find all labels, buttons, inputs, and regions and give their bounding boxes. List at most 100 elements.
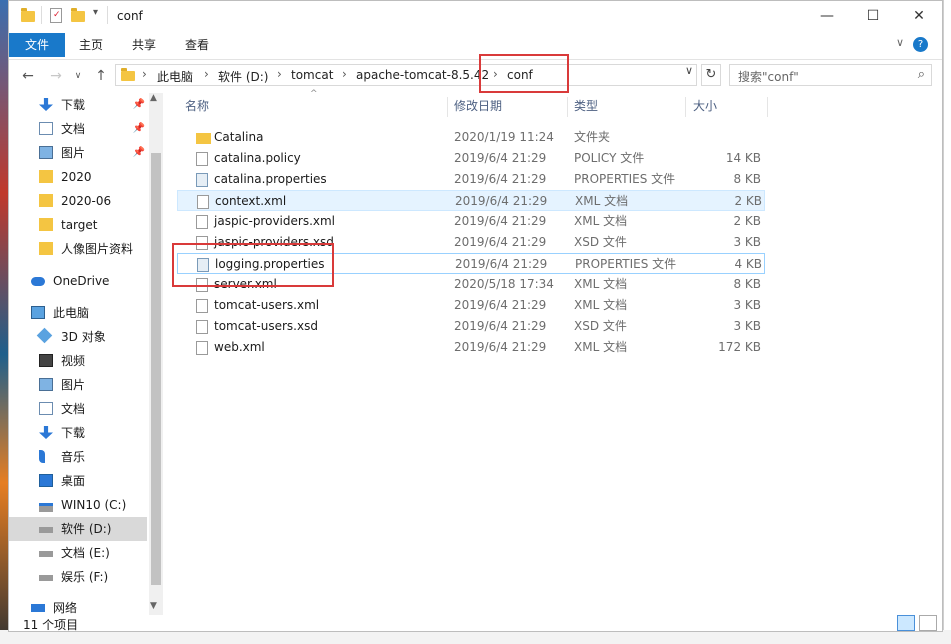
address-history-chevron-down-icon[interactable]: ∨ [685, 64, 693, 77]
forward-button[interactable]: → [47, 67, 65, 85]
pin-icon: 📌 [132, 123, 145, 134]
sidebar-item[interactable]: WIN10 (C:) [9, 493, 147, 517]
column-divider[interactable] [685, 97, 686, 117]
file-type: XML 文档 [574, 298, 628, 312]
file-row[interactable]: web.xml 2019/6/4 21:29 XML 文档 172 KB [177, 337, 765, 358]
breadcrumb-apache-tomcat[interactable]: apache-tomcat-8.5.42 [356, 68, 489, 82]
divider [41, 6, 42, 24]
column-header-date[interactable]: 修改日期 [454, 95, 502, 117]
file-row[interactable]: Catalina 2020/1/19 11:24 文件夹 [177, 127, 765, 148]
sidebar-item-label: 2020-06 [61, 194, 112, 208]
chevron-right-icon[interactable]: › [277, 67, 282, 81]
large-icons-view-icon[interactable] [919, 615, 937, 631]
file-name: Catalina [214, 130, 264, 144]
file-row[interactable]: context.xml 2019/6/4 21:29 XML 文档 2 KB [177, 190, 765, 211]
file-date: 2020/1/19 11:24 [454, 130, 554, 144]
customize-quick-access-icon[interactable]: ▾ [93, 7, 98, 18]
file-name: tomcat-users.xml [214, 298, 320, 312]
file-type: PROPERTIES 文件 [574, 172, 676, 186]
details-view-icon[interactable] [897, 615, 915, 631]
tab-view[interactable]: 查看 [185, 33, 209, 57]
computer-icon [31, 306, 45, 319]
new-folder-icon[interactable] [71, 8, 85, 22]
chevron-right-icon[interactable]: › [142, 67, 147, 81]
up-button[interactable]: ↑ [92, 67, 110, 85]
sidebar-item[interactable]: 下载 📌 [9, 93, 147, 117]
breadcrumb-tomcat[interactable]: tomcat [291, 68, 333, 82]
help-icon[interactable]: ? [913, 37, 928, 52]
column-header-type[interactable]: 类型 [574, 95, 598, 117]
address-bar[interactable]: › 此电脑 › 软件 (D:) › tomcat › apache-tomcat… [115, 64, 697, 86]
file-row[interactable]: tomcat-users.xml 2019/6/4 21:29 XML 文档 3 KB [177, 295, 765, 316]
sidebar-item[interactable]: 下载 [9, 421, 147, 445]
tab-share[interactable]: 共享 [132, 33, 156, 57]
search-input[interactable]: 搜索"conf" ⌕ [729, 64, 932, 86]
properties-icon[interactable]: ✓ [50, 8, 62, 23]
refresh-button[interactable]: ↻ [701, 64, 721, 86]
sidebar-item[interactable]: 2020 [9, 165, 147, 189]
file-name: tomcat-users.xsd [214, 319, 318, 333]
expand-ribbon-icon[interactable]: ∨ [896, 36, 904, 49]
sidebar-item-label: 此电脑 [53, 306, 90, 320]
file-row[interactable]: catalina.properties 2019/6/4 21:29 PROPERT… [177, 169, 765, 190]
file-icon [196, 152, 208, 166]
breadcrumb-this-pc[interactable]: 此电脑 [157, 68, 193, 85]
scroll-up-icon[interactable]: ▲ [150, 93, 157, 103]
sidebar-item-label: 文档 [61, 122, 86, 136]
sidebar-item[interactable]: 娱乐 (F:) [9, 565, 147, 589]
file-date: 2019/6/4 21:29 [454, 298, 547, 312]
file-type: PROPERTIES 文件 [575, 257, 677, 271]
system-drive-icon [39, 503, 53, 512]
chevron-right-icon[interactable]: › [342, 67, 347, 81]
sidebar-item[interactable]: 图片 [9, 373, 147, 397]
sidebar-item[interactable]: 文档 [9, 397, 147, 421]
recent-locations-icon[interactable]: ∨ [69, 67, 87, 85]
file-row[interactable]: tomcat-users.xsd 2019/6/4 21:29 XSD 文件 3 KB [177, 316, 765, 337]
sidebar-item[interactable]: 3D 对象 [9, 325, 147, 349]
explorer-window: ✓ ▾ conf — ☐ ✕ 文件 主页 共享 查看 ∨ ? ← → ∨ ↑ ›… [8, 0, 943, 632]
column-header-name[interactable]: 名称 [185, 95, 209, 117]
chevron-right-icon[interactable]: › [204, 67, 209, 81]
sidebar-item[interactable]: 桌面 [9, 469, 147, 493]
picture-icon [39, 146, 53, 159]
maximize-button[interactable]: ☐ [850, 1, 896, 31]
pin-icon: 📌 [132, 99, 145, 110]
sidebar-item[interactable]: 此电脑 [9, 301, 147, 325]
sidebar-item[interactable]: 2020-06 [9, 189, 147, 213]
file-icon [196, 173, 208, 187]
sidebar-item[interactable]: target [9, 213, 147, 237]
sidebar-item[interactable]: 音乐 [9, 445, 147, 469]
file-row[interactable]: catalina.policy 2019/6/4 21:29 POLICY 文件 14… [177, 148, 765, 169]
sidebar-item[interactable]: 图片 📌 [9, 141, 147, 165]
column-divider[interactable] [447, 97, 448, 117]
close-button[interactable]: ✕ [896, 1, 942, 31]
column-header-size[interactable]: 大小 [693, 95, 717, 117]
file-type: XML 文档 [574, 340, 628, 354]
sidebar-item-label: 下载 [61, 98, 86, 112]
tab-home[interactable]: 主页 [79, 33, 103, 57]
sidebar-item[interactable]: 人像图片资料 [9, 237, 147, 261]
sidebar-item[interactable]: OneDrive [9, 269, 147, 293]
scrollbar-thumb[interactable] [151, 153, 161, 585]
ribbon-tabs: 文件 主页 共享 查看 ∨ ? [9, 33, 942, 60]
sort-ascending-icon: ^ [310, 89, 318, 99]
column-divider[interactable] [767, 97, 768, 117]
search-icon[interactable]: ⌕ [918, 67, 925, 82]
column-divider[interactable] [567, 97, 568, 117]
file-row[interactable]: jaspic-providers.xml 2019/6/4 21:29 XML 文档… [177, 211, 765, 232]
sidebar-item[interactable]: 文档 📌 [9, 117, 147, 141]
divider [107, 6, 108, 24]
sidebar-item[interactable]: 文档 (E:) [9, 541, 147, 565]
scroll-down-icon[interactable]: ▼ [150, 601, 157, 611]
file-size: 172 KB [718, 340, 761, 354]
sidebar-item[interactable]: 视频 [9, 349, 147, 373]
breadcrumb-drive-d[interactable]: 软件 (D:) [218, 68, 268, 85]
sidebar-item[interactable]: 软件 (D:) [9, 517, 147, 541]
file-date: 2019/6/4 21:29 [454, 214, 547, 228]
sidebar-item-label: 文档 (E:) [61, 546, 110, 560]
sidebar-item-label: 3D 对象 [61, 330, 106, 344]
tab-file[interactable]: 文件 [9, 33, 65, 57]
back-button[interactable]: ← [19, 67, 37, 85]
minimize-button[interactable]: — [804, 1, 850, 31]
sidebar-item-label: 视频 [61, 354, 86, 368]
